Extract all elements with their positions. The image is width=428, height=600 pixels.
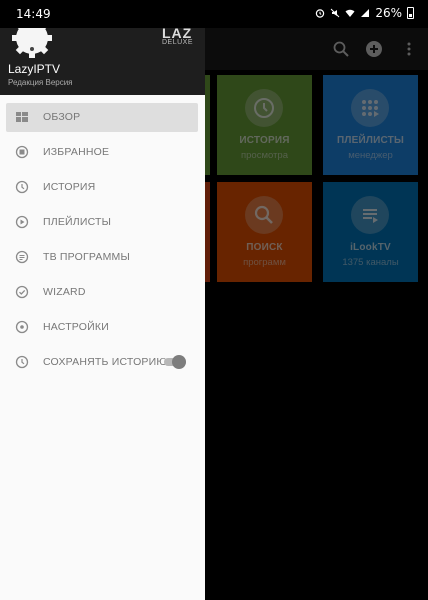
menu-item-overview[interactable]: ОБЗОР xyxy=(0,99,205,134)
navigation-drawer: LAZ DELUXE LazyIPTV Редакция Версия ОБЗО… xyxy=(0,28,205,600)
menu-item-favorites[interactable]: ИЗБРАННОЕ xyxy=(0,134,205,169)
battery-percent: 26% xyxy=(375,6,402,20)
favorites-icon xyxy=(15,145,29,158)
menu-item-label: ОБЗОР xyxy=(43,110,81,123)
mute-icon xyxy=(330,8,340,18)
tile-subtitle: просмотра xyxy=(241,150,288,161)
search-icon[interactable] xyxy=(332,40,350,58)
wifi-icon xyxy=(345,9,355,17)
dashboard-icon xyxy=(16,111,28,122)
settings-icon xyxy=(15,320,29,333)
menu-item-save-history[interactable]: СОХРАНЯТЬ ИСТОРИЮ xyxy=(0,344,205,379)
add-circle-icon[interactable] xyxy=(365,40,383,58)
tile-subtitle: 1375 каналы xyxy=(342,257,399,268)
tv-guide-icon xyxy=(15,250,29,263)
menu-item-label: НАСТРОЙКИ xyxy=(43,320,109,333)
menu-item-label: WIZARD xyxy=(43,285,86,298)
history-icon xyxy=(15,355,29,368)
status-time: 14:49 xyxy=(16,7,51,21)
playlists-icon xyxy=(15,215,29,228)
app-name: LazyIPTV xyxy=(8,62,61,76)
search-icon xyxy=(245,196,283,234)
app-logo-icon xyxy=(12,28,52,58)
tile-search[interactable]: ПОИСК программ xyxy=(217,182,312,282)
tile-subtitle: менеджер xyxy=(348,150,393,161)
history-icon xyxy=(15,180,29,193)
logo-badge: LAZ DELUXE xyxy=(162,28,193,46)
menu-item-tv-guide[interactable]: ТВ ПРОГРАММЫ xyxy=(0,239,205,274)
toggle-knob xyxy=(172,355,186,369)
status-bar: 14:49 26% xyxy=(0,0,428,28)
tile-title: ПЛЕЙЛИСТЫ xyxy=(337,135,404,146)
menu-item-label: ТВ ПРОГРАММЫ xyxy=(43,250,130,263)
playlist-lines-icon xyxy=(351,196,389,234)
tile-title: iLookTV xyxy=(350,242,391,253)
signal-icon xyxy=(361,9,370,17)
wizard-icon xyxy=(15,285,29,298)
clock-icon xyxy=(245,89,283,127)
tile-title: ИСТОРИЯ xyxy=(239,135,290,146)
menu-item-label: ИЗБРАННОЕ xyxy=(43,145,110,158)
app-edition: Редакция Версия xyxy=(8,78,73,87)
menu-item-settings[interactable]: НАСТРОЙКИ xyxy=(0,309,205,344)
tile-subtitle: программ xyxy=(243,257,286,268)
menu-item-label: ПЛЕЙЛИСТЫ xyxy=(43,215,112,228)
menu-item-history[interactable]: ИСТОРИЯ xyxy=(0,169,205,204)
save-history-toggle[interactable] xyxy=(162,355,186,369)
more-vert-icon[interactable] xyxy=(400,40,418,58)
status-icons: 26% xyxy=(315,6,414,20)
drawer-menu: ОБЗОР ИЗБРАННОЕ ИСТОРИЯ ПЛЕЙЛИСТЫ ТВ ПРО… xyxy=(0,99,205,379)
tile-ilooktv[interactable]: iLookTV 1375 каналы xyxy=(323,182,418,282)
menu-item-label: СОХРАНЯТЬ ИСТОРИЮ xyxy=(43,355,168,368)
menu-item-wizard[interactable]: WIZARD xyxy=(0,274,205,309)
menu-item-label: ИСТОРИЯ xyxy=(43,180,96,193)
playlist-icon xyxy=(351,89,389,127)
menu-item-playlists[interactable]: ПЛЕЙЛИСТЫ xyxy=(0,204,205,239)
tile-title: ПОИСК xyxy=(246,242,283,253)
tile-history[interactable]: ИСТОРИЯ просмотра xyxy=(217,75,312,175)
battery-icon xyxy=(407,7,414,19)
drawer-header: LAZ DELUXE LazyIPTV Редакция Версия xyxy=(0,28,205,95)
tile-playlists[interactable]: ПЛЕЙЛИСТЫ менеджер xyxy=(323,75,418,175)
logo-subtext: DELUXE xyxy=(161,39,193,46)
alarm-icon xyxy=(316,9,325,18)
